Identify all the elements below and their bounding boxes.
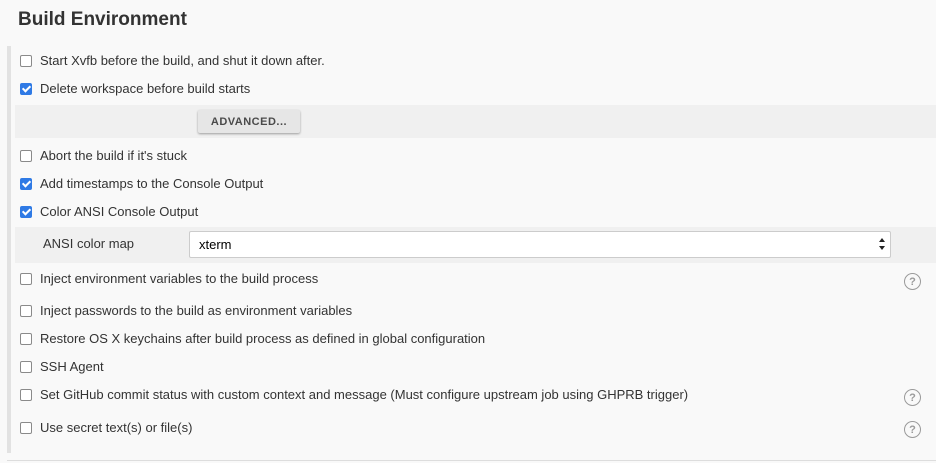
select-arrows-icon — [879, 238, 885, 250]
option-secret-text[interactable]: Use secret text(s) or file(s) — [15, 419, 936, 437]
checkbox-ssh-agent[interactable] — [20, 361, 32, 373]
option-label: Start Xvfb before the build, and shut it… — [40, 53, 325, 68]
option-label: Restore OS X keychains after build proce… — [40, 331, 486, 346]
advanced-button[interactable]: ADVANCED... — [198, 110, 300, 133]
checkbox-timestamps[interactable] — [20, 178, 32, 190]
checkbox-start-xvfb[interactable] — [20, 55, 32, 67]
option-timestamps[interactable]: Add timestamps to the Console Output — [15, 175, 936, 193]
option-github-commit-status[interactable]: Set GitHub commit status with custom con… — [15, 386, 936, 404]
option-color-ansi[interactable]: Color ANSI Console Output — [15, 203, 936, 221]
build-environment-section: Start Xvfb before the build, and shut it… — [7, 46, 936, 453]
ansi-select-value: xterm — [199, 237, 232, 252]
ansi-color-map-label: ANSI color map — [43, 236, 135, 251]
option-label: Inject passwords to the build as environ… — [40, 303, 353, 318]
help-icon[interactable]: ? — [904, 273, 921, 290]
checkbox-delete-workspace[interactable] — [20, 83, 32, 95]
checkbox-restore-keychains[interactable] — [20, 333, 32, 345]
option-delete-workspace[interactable]: Delete workspace before build starts — [15, 80, 936, 98]
help-icon[interactable]: ? — [904, 389, 921, 406]
help-icon[interactable]: ? — [904, 421, 921, 438]
checkbox-inject-env-vars[interactable] — [20, 273, 32, 285]
checkbox-color-ansi[interactable] — [20, 206, 32, 218]
option-label: Inject environment variables to the buil… — [40, 271, 319, 286]
option-start-xvfb[interactable]: Start Xvfb before the build, and shut it… — [15, 52, 936, 70]
option-restore-keychains[interactable]: Restore OS X keychains after build proce… — [15, 330, 936, 348]
option-label: Set GitHub commit status with custom con… — [40, 387, 689, 402]
section-divider — [7, 460, 936, 461]
option-label: Delete workspace before build starts — [40, 81, 251, 96]
option-label: Color ANSI Console Output — [40, 204, 199, 219]
option-abort-stuck[interactable]: Abort the build if it's stuck — [15, 147, 936, 165]
option-inject-passwords[interactable]: Inject passwords to the build as environ… — [15, 302, 936, 320]
checkbox-secret-text[interactable] — [20, 422, 32, 434]
checkbox-inject-passwords[interactable] — [20, 305, 32, 317]
ansi-color-map-select[interactable]: xterm — [189, 231, 891, 258]
option-ssh-agent[interactable]: SSH Agent — [15, 358, 936, 376]
checkbox-abort-stuck[interactable] — [20, 150, 32, 162]
checkbox-github-commit-status[interactable] — [20, 389, 32, 401]
option-label: Use secret text(s) or file(s) — [40, 420, 193, 435]
ansi-color-map-row: ANSI color map xterm — [15, 227, 936, 263]
advanced-band: ADVANCED... — [15, 105, 936, 138]
option-inject-env-vars[interactable]: Inject environment variables to the buil… — [15, 270, 936, 288]
option-label: Abort the build if it's stuck — [40, 148, 187, 163]
option-label: SSH Agent — [40, 359, 104, 374]
section-title: Build Environment — [18, 9, 187, 30]
option-label: Add timestamps to the Console Output — [40, 176, 264, 191]
